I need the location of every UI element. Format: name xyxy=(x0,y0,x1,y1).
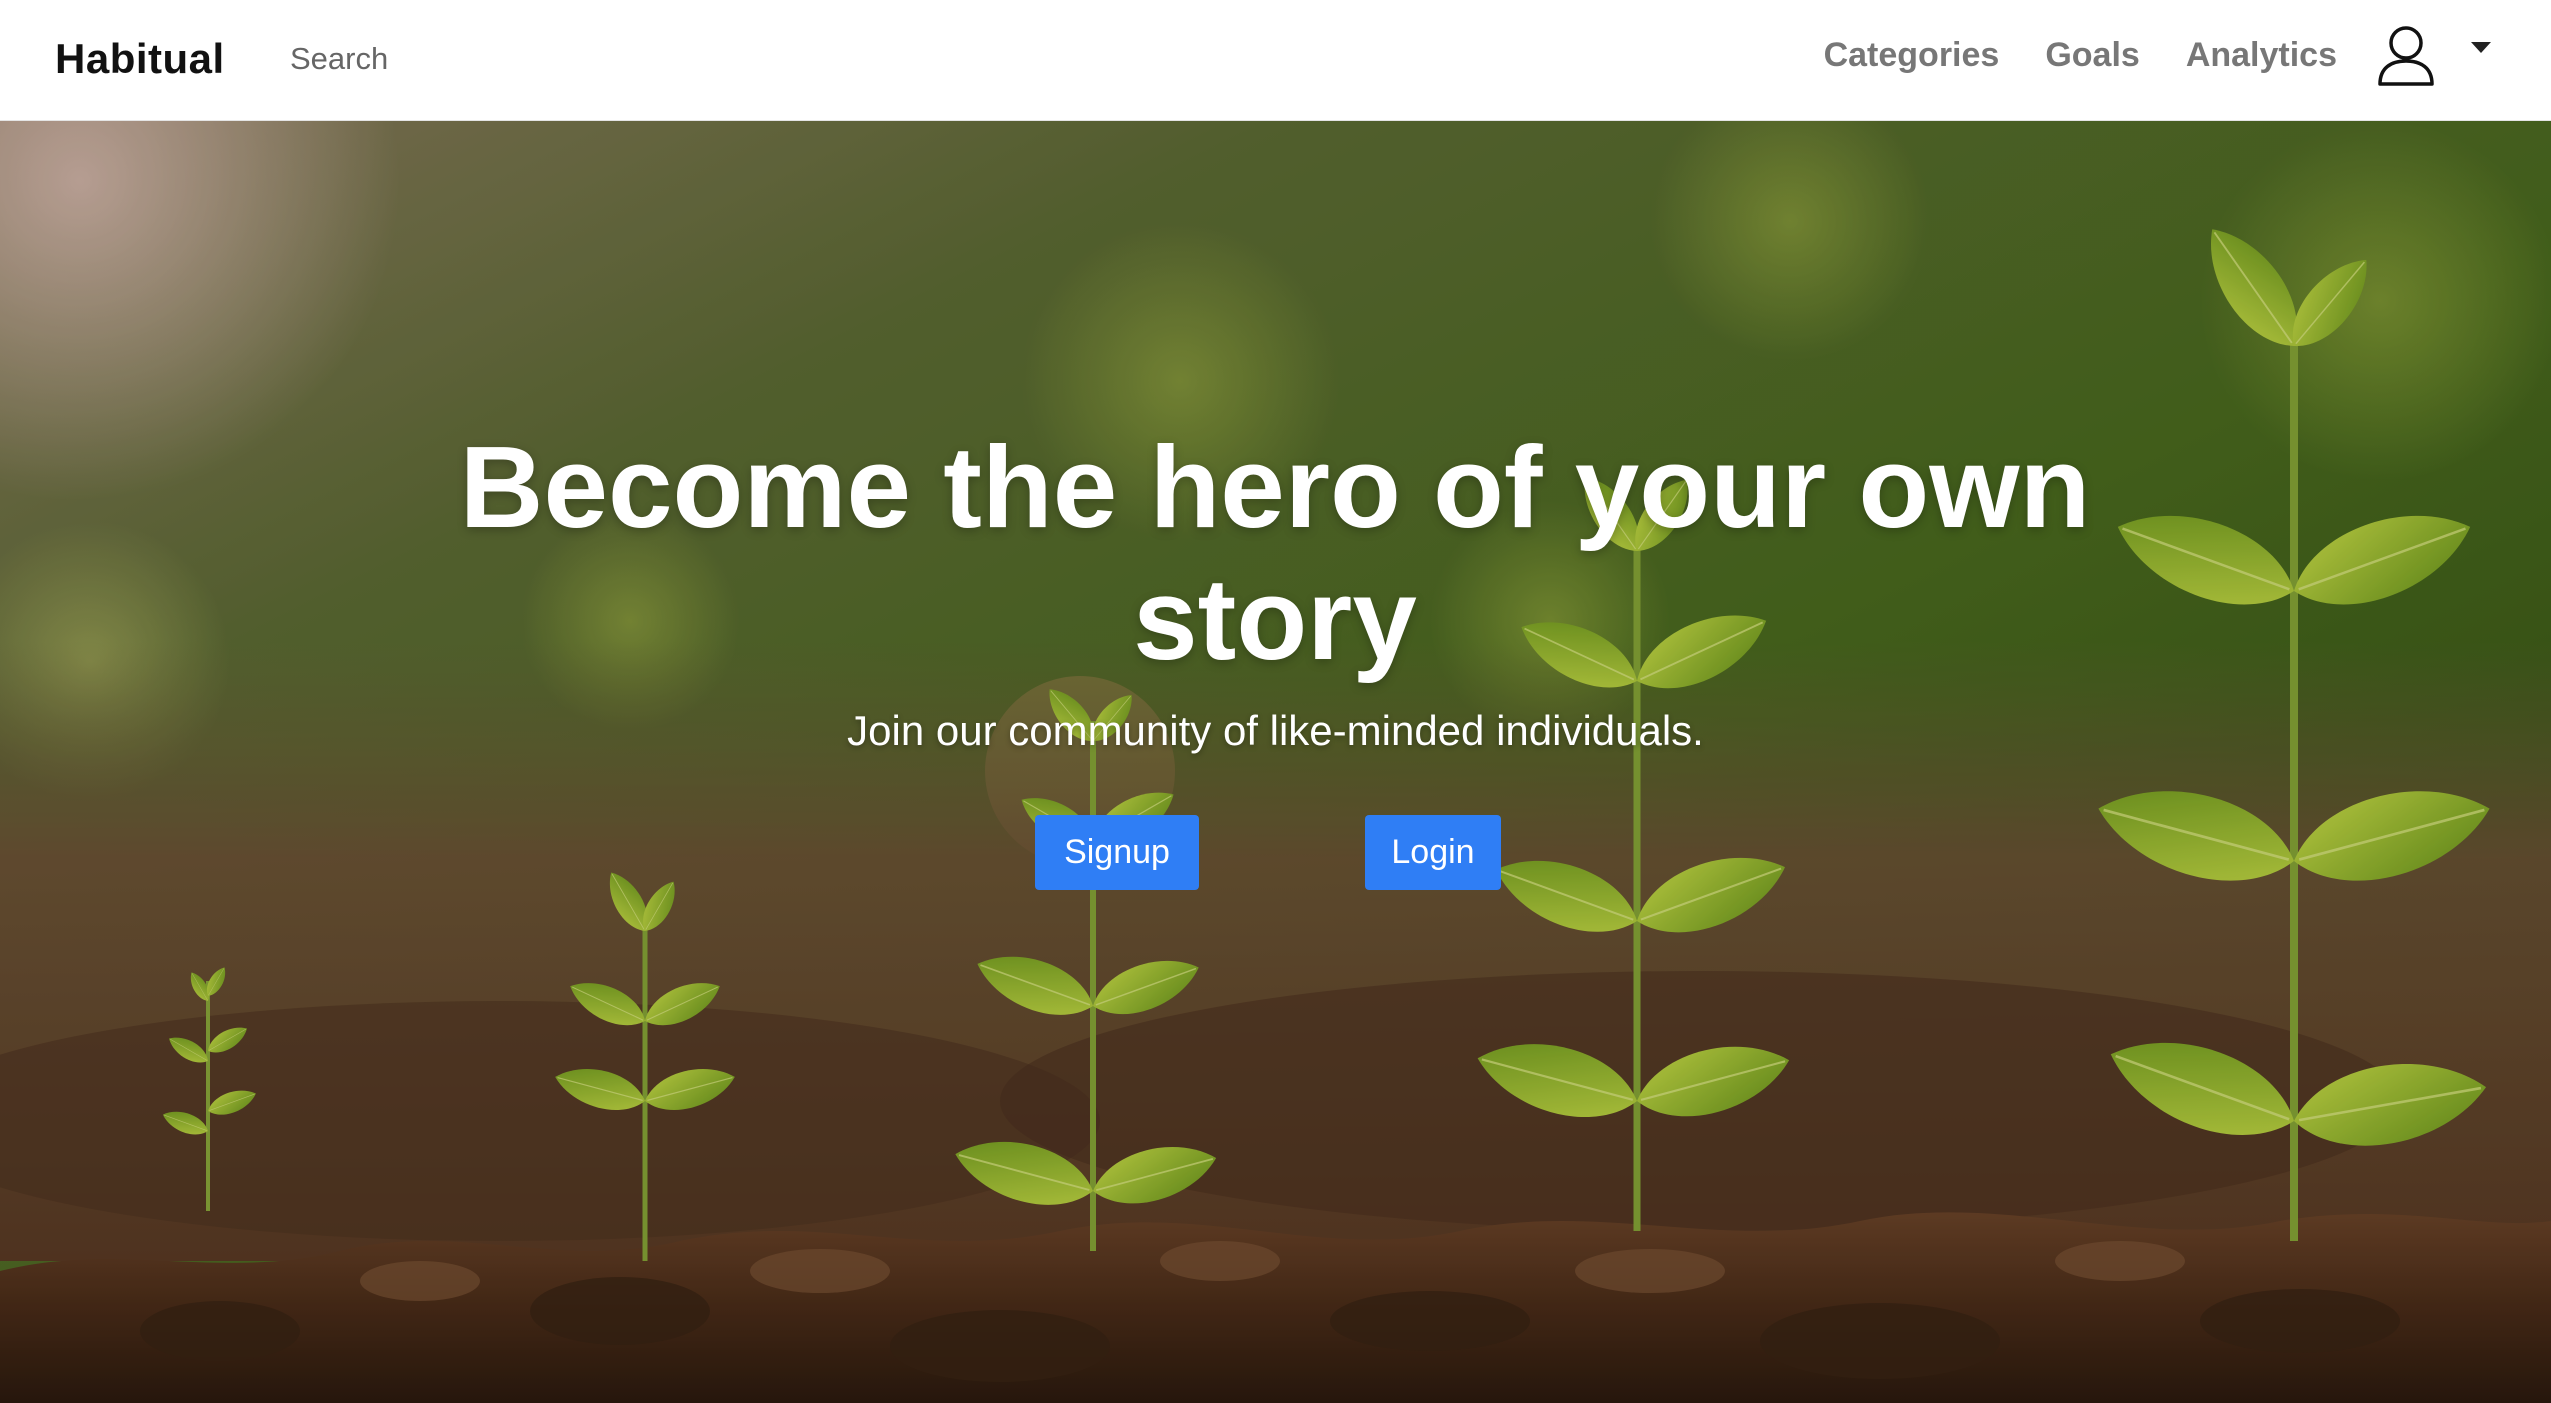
user-icon xyxy=(2378,26,2434,86)
search-input[interactable] xyxy=(278,34,658,84)
login-button[interactable]: Login xyxy=(1365,815,1501,890)
hero-section: Become the hero of your own story Join o… xyxy=(0,121,2551,1403)
top-navbar: Habitual Categories Goals Analytics xyxy=(0,0,2551,121)
brand-logo[interactable]: Habitual xyxy=(55,0,225,118)
signup-button[interactable]: Signup xyxy=(1035,815,1199,890)
nav-link-goals[interactable]: Goals xyxy=(2045,36,2139,75)
nav-link-analytics[interactable]: Analytics xyxy=(2186,36,2337,75)
hero-subtitle: Join our community of like-minded indivi… xyxy=(847,707,1704,754)
nav-link-categories[interactable]: Categories xyxy=(1824,36,2000,75)
hero-background-image xyxy=(0,121,2551,1403)
user-menu[interactable] xyxy=(2377,24,2491,86)
hero-title: Become the hero of your own story xyxy=(459,422,2091,684)
nav-links: Categories Goals Analytics xyxy=(1824,0,2551,110)
caret-down-icon[interactable] xyxy=(2471,41,2491,53)
